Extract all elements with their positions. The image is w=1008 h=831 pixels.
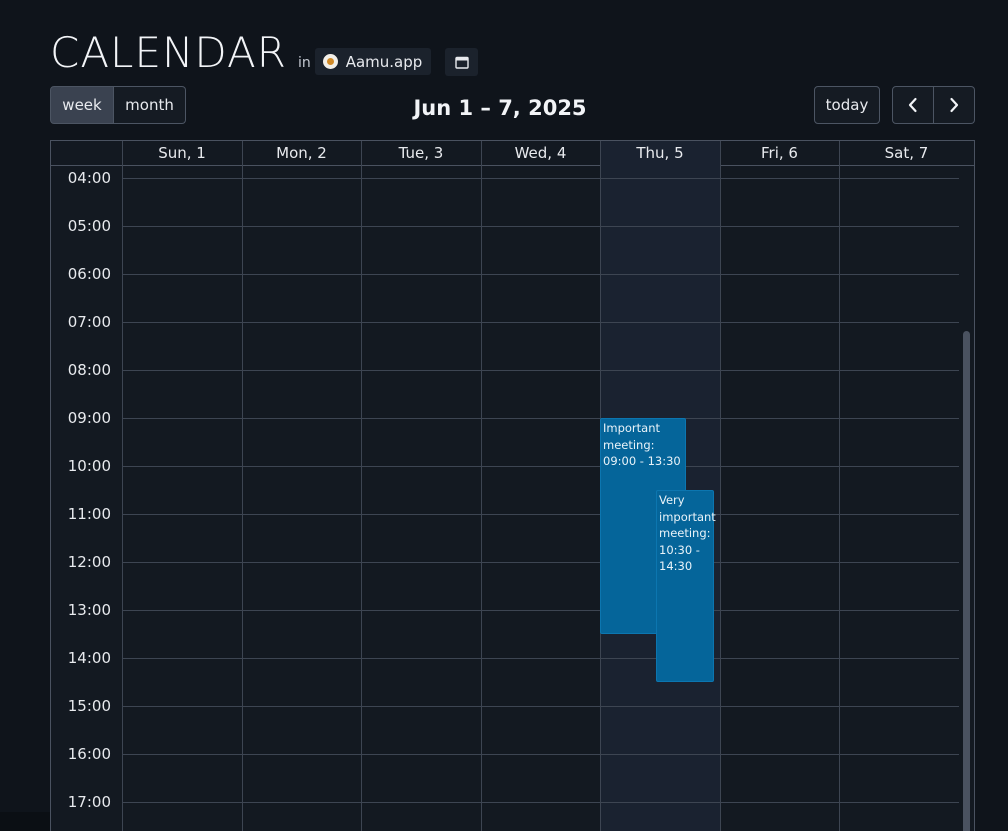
time-label: 17:00 [67,793,111,811]
title-row: CALENDAR in Aamu.app [50,28,479,77]
date-range-title: Jun 1 – 7, 2025 [413,96,587,120]
hour-line [122,754,959,755]
day-header-row: Sun, 1 Mon, 2 Tue, 3 Wed, 4 Thu, 5 Fri, 6 Sat,… [51,141,974,166]
hour-line [122,466,959,467]
day-header-divider [720,141,721,166]
chevron-right-icon [950,97,959,113]
day-header-divider [481,141,482,166]
time-label: 05:00 [67,217,111,235]
previous-week-button[interactable] [892,86,934,124]
hour-line [122,610,959,611]
week-navigation [892,86,975,124]
app-name: Aamu.app [345,52,423,71]
day-header-divider [242,141,243,166]
day-header-divider [122,141,123,166]
time-label: 14:00 [67,649,111,667]
month-view-button[interactable]: month [114,86,186,124]
hour-line [122,226,959,227]
time-label: 09:00 [67,409,111,427]
calendar-page: CALENDAR in Aamu.app week month Jun 1 – … [0,0,1008,831]
view-switcher: week month [50,86,186,124]
hour-line [122,706,959,707]
hour-line [122,274,959,275]
page-title: CALENDAR [50,28,287,77]
time-label: 07:00 [67,313,111,331]
time-axis-divider [122,166,123,831]
time-label: 10:00 [67,457,111,475]
hour-line [122,514,959,515]
time-label: 08:00 [67,361,111,379]
time-label: 04:00 [67,169,111,187]
day-column-divider [839,166,840,831]
week-view-button[interactable]: week [50,86,114,124]
day-header: Mon, 2 [276,144,327,162]
hour-line [122,418,959,419]
hour-line [122,802,959,803]
today-button[interactable]: today [814,86,880,124]
hour-line [122,370,959,371]
day-header-divider [839,141,840,166]
app-selector[interactable]: Aamu.app [314,48,432,75]
time-label: 11:00 [67,505,111,523]
day-header: Wed, 4 [514,144,567,162]
day-header: Tue, 3 [398,144,444,162]
day-header: Fri, 6 [761,144,798,162]
event-title: Important meeting: 09:00 - 13:30 [603,421,681,468]
calendar-icon [455,56,469,69]
day-column-divider [242,166,243,831]
week-grid: Sun, 1 Mon, 2 Tue, 3 Wed, 4 Thu, 5 Fri, 6 Sat,… [50,140,975,831]
sidebar-edge [0,812,50,831]
hour-line [122,562,959,563]
vertical-scrollbar[interactable] [963,331,970,831]
day-header: Sun, 1 [158,144,206,162]
time-label: 12:00 [67,553,111,571]
hour-line [122,658,959,659]
time-grid[interactable]: 04:00 05:00 06:00 07:00 08:00 09:00 10:00 11:00… [51,166,974,831]
time-label: 06:00 [67,265,111,283]
hour-line [122,322,959,323]
day-header: Sat, 7 [884,144,929,162]
time-label: 16:00 [67,745,111,763]
day-column-divider [720,166,721,831]
time-label: 15:00 [67,697,111,715]
day-column-divider [481,166,482,831]
day-header-divider [600,141,601,166]
calendar-event[interactable]: Very important meeting: 10:30 - 14:30 [656,490,716,682]
day-header-divider [361,141,362,166]
chevron-left-icon [908,97,917,113]
in-label: in [297,55,311,71]
calendar-button[interactable] [445,48,479,76]
aamu-logo-icon [322,54,338,69]
day-column-divider [361,166,362,831]
time-label: 13:00 [67,601,111,619]
hour-line [122,178,959,179]
event-title: Very important meeting: 10:30 - 14:30 [659,493,716,573]
day-header: Thu, 5 [600,141,720,166]
next-week-button[interactable] [934,86,975,124]
